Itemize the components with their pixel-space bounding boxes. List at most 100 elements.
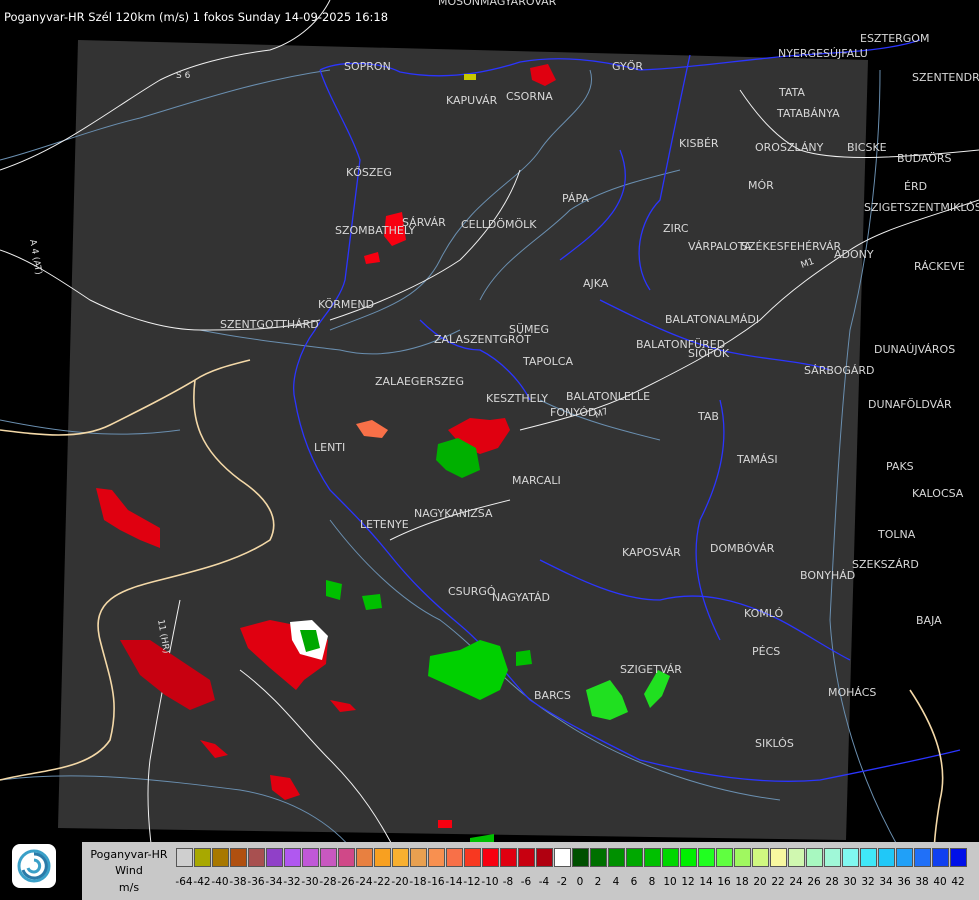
legend-tick-label: -26 (337, 876, 355, 888)
legend-tick-label: 22 (771, 876, 785, 888)
city-label: DUNAFÖLDVÁR (868, 398, 952, 411)
legend-swatch (320, 848, 337, 867)
city-label: TOLNA (877, 528, 916, 541)
legend-swatch (410, 848, 427, 867)
legend-swatch (860, 848, 877, 867)
legend-swatch (644, 848, 661, 867)
city-label: SIÓFOK (688, 347, 730, 360)
city-label: SZENTGOTTHÁRD (220, 318, 319, 331)
city-label: NAGYATÁD (492, 591, 550, 604)
city-label: CELLDÖMÖLK (461, 218, 537, 231)
city-label: CSURGÓ (448, 585, 496, 598)
city-label: BAJA (916, 614, 942, 627)
legend-swatch (356, 848, 373, 867)
legend-tick-label: 10 (663, 876, 677, 888)
legend-swatch (752, 848, 769, 867)
city-label: ÉRD (904, 180, 927, 193)
legend-swatch (284, 848, 301, 867)
legend-tick-label: -24 (355, 876, 373, 888)
legend-tick-label: 0 (576, 876, 584, 888)
legend-swatch (248, 848, 265, 867)
legend-swatch (194, 848, 211, 867)
legend-tick-label: -4 (538, 876, 550, 888)
city-label: ZALASZENTGRÓT (434, 333, 531, 346)
legend-swatch (212, 848, 229, 867)
city-label: KAPOSVÁR (622, 546, 681, 559)
legend-swatch (464, 848, 481, 867)
city-label: SZIGETSZENTMIKLÓS (864, 201, 979, 214)
legend-swatch (716, 848, 733, 867)
city-label: SÁRBOGÁRD (804, 364, 875, 377)
city-label: KOMLÓ (744, 607, 783, 620)
legend-swatch (374, 848, 391, 867)
legend-tick-label: -32 (283, 876, 301, 888)
radar-map: MOSONMAGYARÓVÁR SOPRON KAPUVÁR CSORNA GY… (0, 0, 979, 900)
city-label: AJKA (583, 277, 609, 290)
legend-tick-label: -64 (175, 876, 193, 888)
legend-tick-label: -38 (229, 876, 247, 888)
legend-swatch (734, 848, 751, 867)
city-label: SZENTENDRE (912, 71, 979, 84)
city-label: KESZTHELY (486, 392, 548, 405)
city-label: OROSZLÁNY (755, 141, 824, 154)
legend-tick-label: 30 (843, 876, 857, 888)
legend-tick-label: 20 (753, 876, 767, 888)
legend-swatch (392, 848, 409, 867)
legend-tick-label: 8 (648, 876, 656, 888)
legend-radar-name: Poganyvar-HR (90, 848, 168, 861)
legend-tick-label: -2 (556, 876, 568, 888)
legend-swatch (626, 848, 643, 867)
legend-tick-label: -40 (211, 876, 229, 888)
city-label: SIKLÓS (755, 737, 794, 750)
city-label: BALATONALMÁDI (665, 313, 759, 326)
legend-swatch (770, 848, 787, 867)
city-label: BONYHÁD (800, 569, 855, 582)
road-label: A 4 (AT) (27, 239, 43, 276)
legend-swatch (428, 848, 445, 867)
legend-tick-label: 34 (879, 876, 893, 888)
legend-tick-label: -16 (427, 876, 445, 888)
legend-tick-label: -22 (373, 876, 391, 888)
city-label: LENTI (314, 441, 345, 454)
radar-swirl-icon (12, 844, 56, 888)
city-label: NYERGESÚJFALU (778, 47, 868, 60)
legend-tick-label: 4 (612, 876, 620, 888)
legend-swatch (824, 848, 841, 867)
city-label: KAPUVÁR (446, 94, 498, 107)
legend-swatch (896, 848, 913, 867)
legend-tick-label: 28 (825, 876, 839, 888)
city-label: MARCALI (512, 474, 561, 487)
city-label: ZIRC (663, 222, 689, 235)
legend-swatch (698, 848, 715, 867)
legend-swatch (878, 848, 895, 867)
legend-swatch (806, 848, 823, 867)
city-label: MOSONMAGYARÓVÁR (438, 0, 557, 8)
city-label: TATA (778, 86, 805, 99)
legend-tick-label: 12 (681, 876, 695, 888)
legend-tick-label: 18 (735, 876, 749, 888)
legend-tick-label: 14 (699, 876, 713, 888)
legend-tick-label: 6 (630, 876, 638, 888)
city-label: RÁCKEVE (914, 260, 965, 273)
legend-swatches (176, 848, 968, 867)
legend-swatch (482, 848, 499, 867)
legend-swatch (842, 848, 859, 867)
legend-tick-label: -6 (520, 876, 532, 888)
city-label: KISBÉR (679, 137, 719, 150)
city-label: NAGYKANIZSA (414, 507, 493, 520)
road-label: S 6 (176, 71, 191, 81)
legend-swatch (446, 848, 463, 867)
city-label: KÖRMEND (318, 298, 374, 311)
legend-tick-label: 16 (717, 876, 731, 888)
legend-swatch (950, 848, 967, 867)
legend-tick-label: 38 (915, 876, 929, 888)
city-label: MOHÁCS (828, 686, 876, 699)
city-label: SZIGETVÁR (620, 663, 682, 676)
city-label: ZALAEGERSZEG (375, 375, 464, 388)
city-label: TAB (697, 410, 719, 423)
city-label: BICSKE (847, 141, 887, 154)
legend-tick-label: -34 (265, 876, 283, 888)
map-title: Poganyvar-HR Szél 120km (m/s) 1 fokos Su… (4, 10, 389, 24)
city-label: ESZTERGOM (860, 32, 929, 45)
legend-tick-label: 42 (951, 876, 965, 888)
